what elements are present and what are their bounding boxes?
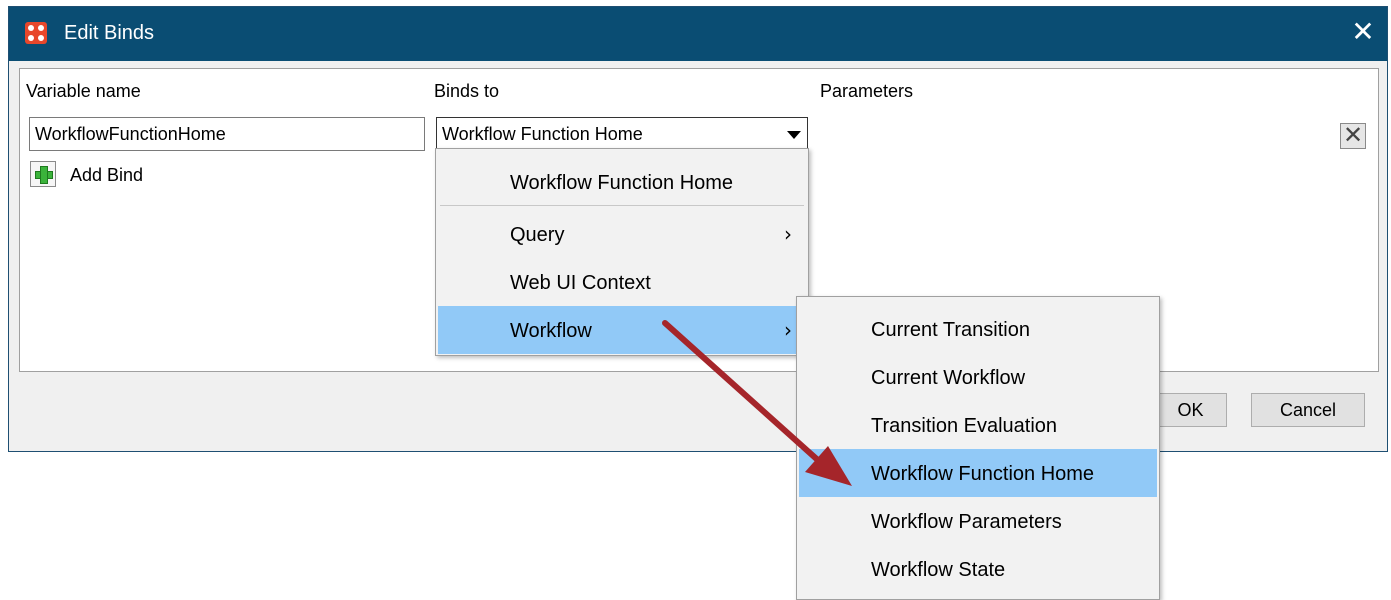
submenu-item-label: Workflow State: [871, 559, 1006, 581]
workflow-submenu: Current Transition Current Workflow Tran…: [796, 296, 1160, 600]
submenu-item-label: Transition Evaluation: [871, 415, 1058, 437]
chevron-right-icon: ›: [784, 318, 792, 342]
submenu-item-label: Workflow Parameters: [871, 511, 1062, 533]
menu-item-web-ui-context[interactable]: Web UI Context: [438, 258, 806, 306]
add-bind-label[interactable]: Add Bind: [70, 165, 143, 186]
submenu-item-current-transition[interactable]: Current Transition: [799, 305, 1157, 353]
binds-to-value: Workflow Function Home: [442, 124, 643, 144]
variable-name-header: Variable name: [26, 81, 141, 101]
submenu-item-workflow-parameters[interactable]: Workflow Parameters: [799, 497, 1157, 545]
binds-to-dropdown[interactable]: Workflow Function Home: [436, 117, 808, 151]
chevron-down-icon[interactable]: [787, 131, 801, 139]
binds-to-menu: Workflow Function Home Query › Web UI Co…: [435, 148, 809, 356]
binds-to-header: Binds to: [434, 81, 500, 101]
menu-item-workflow[interactable]: Workflow ›: [438, 306, 806, 354]
menu-item-label: Web UI Context: [510, 272, 651, 294]
submenu-item-workflow-state[interactable]: Workflow State: [799, 545, 1157, 593]
delete-x-icon[interactable]: ✕: [1340, 123, 1366, 149]
menu-separator: [440, 205, 804, 206]
submenu-item-workflow-function-home[interactable]: Workflow Function Home: [799, 449, 1157, 497]
app-logo-icon: [25, 22, 47, 44]
close-icon[interactable]: ✕: [1347, 16, 1379, 48]
submenu-item-current-workflow[interactable]: Current Workflow: [799, 353, 1157, 401]
menu-item-label: Workflow: [510, 320, 592, 342]
chevron-right-icon: ›: [784, 222, 792, 246]
menu-item-query[interactable]: Query ›: [438, 210, 806, 258]
cancel-button[interactable]: Cancel: [1251, 393, 1365, 427]
variable-name-field[interactable]: WorkflowFunctionHome: [29, 117, 425, 151]
window-title: Edit Binds: [64, 22, 155, 44]
parameters-header: Parameters: [820, 81, 914, 101]
menu-item-label: Workflow Function Home: [510, 172, 734, 194]
submenu-item-transition-evaluation[interactable]: Transition Evaluation: [799, 401, 1157, 449]
ok-button[interactable]: OK: [1154, 393, 1227, 427]
submenu-item-label: Current Workflow: [871, 367, 1026, 389]
menu-item-label: Query: [510, 224, 565, 246]
green-plus-icon[interactable]: [30, 161, 56, 187]
title-bar: Edit Binds ✕: [9, 7, 1387, 61]
submenu-item-label: Current Transition: [871, 319, 1030, 341]
menu-item-workflow-function-home[interactable]: Workflow Function Home: [438, 158, 806, 206]
submenu-item-label: Workflow Function Home: [871, 463, 1095, 485]
